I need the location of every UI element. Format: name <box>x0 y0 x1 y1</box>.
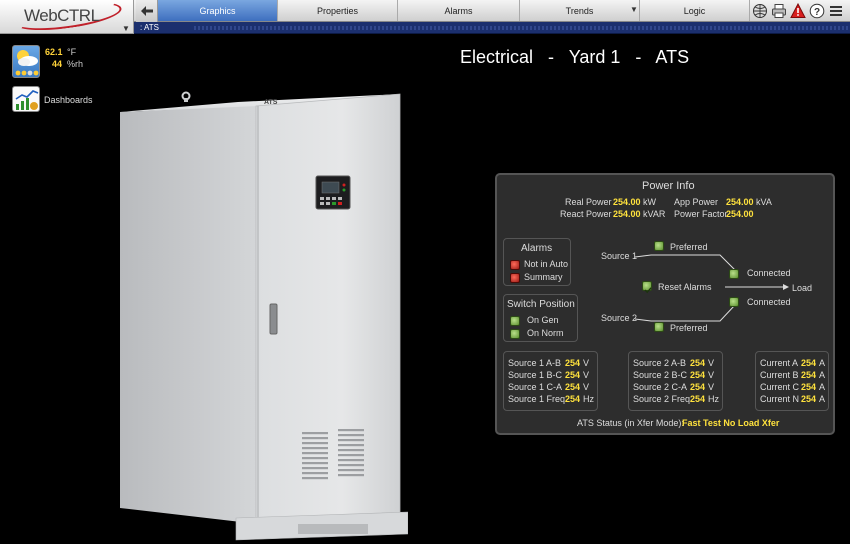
menu-icon[interactable] <box>828 3 844 19</box>
source-2-preferred-label: Preferred <box>670 323 708 333</box>
source-1-freq-label: Source 1 Freq <box>508 394 566 404</box>
logo-text: WebCTRL <box>24 6 100 25</box>
location-path[interactable]: : ATS <box>140 22 159 34</box>
source-2-measurements: Source 2 A-B 254 V Source 2 B-C 254 V So… <box>628 351 723 411</box>
humidity-unit: %rh <box>67 59 84 69</box>
ats-status-label: ATS Status (in Xfer Mode): <box>577 418 684 428</box>
location-path-bar: : ATS <box>134 22 850 34</box>
back-button[interactable] <box>136 0 158 22</box>
cabinet-door-handle <box>269 303 278 335</box>
source-2-label: Source 2 <box>601 313 638 323</box>
print-icon[interactable] <box>771 3 787 19</box>
current-b-value: 254 <box>801 370 817 380</box>
source-2-ab-label: Source 2 A-B <box>633 358 687 368</box>
svg-text:?: ? <box>814 7 820 18</box>
outdoor-humidity: 44 <box>52 59 63 69</box>
toolbar-icons: ? <box>752 1 844 21</box>
source-2-ab-value: 254 <box>690 358 706 368</box>
load-label: Load <box>792 283 813 293</box>
weather-icon[interactable] <box>12 45 40 78</box>
source-1-freq-unit: Hz <box>583 394 594 404</box>
temperature-unit: °F <box>67 47 77 57</box>
source-1-ca-value: 254 <box>565 382 581 392</box>
webctrl-logo[interactable]: WebCTRL ▼ <box>0 0 134 36</box>
tab-alarms-label: Alarms <box>444 5 473 16</box>
current-c-unit: A <box>819 382 826 392</box>
tab-trends-label: Trends <box>565 5 594 16</box>
reset-alarms-button[interactable] <box>642 281 652 294</box>
tab-alarms[interactable]: Alarms <box>398 0 520 21</box>
dashboards-link[interactable]: Dashboards <box>44 95 93 105</box>
tab-properties[interactable]: Properties <box>278 0 398 21</box>
source-1-bc-label: Source 1 B-C <box>508 370 563 380</box>
trends-dropdown-icon[interactable]: ▼ <box>630 5 638 14</box>
page-title: Electrical - Yard 1 - ATS <box>460 47 690 67</box>
current-c-label: Current C <box>760 382 800 392</box>
source-2-freq-label: Source 2 Freq <box>633 394 691 404</box>
source-2-preferred-indicator <box>654 322 664 332</box>
source-2-bc-unit: V <box>708 370 715 380</box>
cabinet-label: ATS <box>264 99 278 106</box>
source-1-bc-unit: V <box>583 370 590 380</box>
source-1-preferred-indicator <box>654 241 664 251</box>
source-2-freq-value: 254 <box>690 394 706 404</box>
source-1-connected-indicator <box>729 269 739 279</box>
current-n-unit: A <box>819 394 826 404</box>
current-a-unit: A <box>819 358 826 368</box>
alarm-warning-icon[interactable] <box>790 3 806 19</box>
source-1-ab-unit: V <box>583 358 590 368</box>
tab-properties-label: Properties <box>316 5 359 16</box>
source-1-freq-value: 254 <box>565 394 581 404</box>
tab-graphics[interactable]: Graphics <box>158 0 278 21</box>
home-globe-icon[interactable] <box>752 3 768 19</box>
tab-logic[interactable]: Logic <box>640 0 750 21</box>
source-2-connected-indicator <box>729 297 739 307</box>
source-2-bc-value: 254 <box>690 370 706 380</box>
source-1-preferred-label: Preferred <box>670 242 708 252</box>
ats-cabinet-image: ATS <box>120 91 408 541</box>
source-1-label: Source 1 <box>601 251 638 261</box>
path-bar-texture <box>194 26 850 30</box>
source-2-bc-label: Source 2 B-C <box>633 370 688 380</box>
source-2-ab-unit: V <box>708 358 715 368</box>
current-n-label: Current N <box>760 394 800 404</box>
source-2-ca-label: Source 2 C-A <box>633 382 688 392</box>
logo-dropdown-icon[interactable]: ▼ <box>122 24 130 33</box>
current-b-label: Current B <box>760 370 799 380</box>
cabinet-side <box>120 106 258 524</box>
ats-status-value: Fast Test No Load Xfer <box>682 418 780 428</box>
help-icon[interactable]: ? <box>809 3 825 19</box>
source-1-measurements: Source 1 A-B 254 V Source 1 B-C 254 V So… <box>503 351 598 411</box>
source-2-freq-unit: Hz <box>708 394 719 404</box>
current-b-unit: A <box>819 370 826 380</box>
source-1-ca-label: Source 1 C-A <box>508 382 563 392</box>
current-a-value: 254 <box>801 358 817 368</box>
source-2-ca-value: 254 <box>690 382 706 392</box>
source-1-bc-value: 254 <box>565 370 581 380</box>
power-info-panel: Power Info Real Power 254.00 kW App Powe… <box>495 173 835 435</box>
checkmark-icon <box>644 287 652 294</box>
tab-graphics-label: Graphics <box>199 5 236 16</box>
source-2-ca-unit: V <box>708 382 715 392</box>
current-c-value: 254 <box>801 382 817 392</box>
current-a-label: Current A <box>760 358 799 368</box>
source-2-connected-label: Connected <box>747 297 791 307</box>
source-1-connected-label: Connected <box>747 268 791 278</box>
dashboards-icon[interactable] <box>12 86 40 112</box>
outdoor-temperature: 62.1 <box>45 47 63 57</box>
back-arrow-icon <box>140 6 153 16</box>
current-n-value: 254 <box>801 394 817 404</box>
tab-logic-label: Logic <box>683 5 706 16</box>
source-1-ca-unit: V <box>583 382 590 392</box>
tab-trends[interactable]: Trends <box>520 0 640 21</box>
cabinet-front <box>255 93 401 525</box>
reset-alarms-label[interactable]: Reset Alarms <box>658 282 712 292</box>
current-measurements: Current A 254 A Current B 254 A Current … <box>755 351 829 411</box>
source-1-ab-label: Source 1 A-B <box>508 358 562 368</box>
source-1-ab-value: 254 <box>565 358 581 368</box>
